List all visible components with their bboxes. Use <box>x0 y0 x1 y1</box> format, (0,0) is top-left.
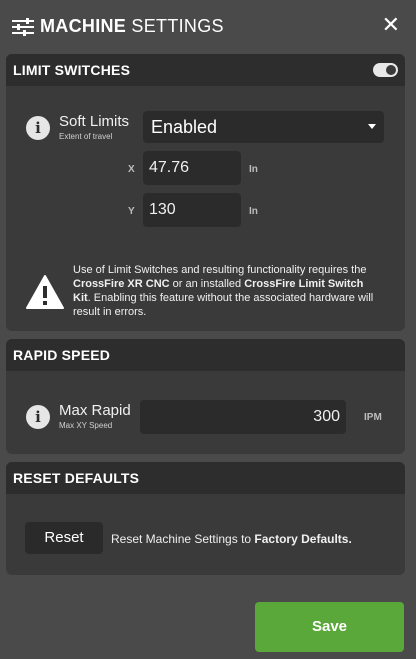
reset-defaults-header: RESET DEFAULTS <box>6 462 405 494</box>
limit-switches-card: LIMIT SWITCHES i Soft Limits Extent of t… <box>6 54 405 331</box>
max-rapid-unit: IPM <box>364 412 382 423</box>
info-icon: i <box>26 116 50 140</box>
limit-switches-toggle[interactable] <box>373 63 398 77</box>
y-unit-label: In <box>249 206 258 217</box>
soft-limits-select[interactable]: Enabled <box>143 111 384 143</box>
y-limit-input[interactable]: 130 <box>143 193 241 227</box>
limit-switches-header: LIMIT SWITCHES <box>6 54 405 86</box>
x-axis-label: X <box>128 164 135 175</box>
soft-limits-sublabel: Extent of travel <box>59 132 113 141</box>
reset-text-1: Reset Machine Settings to <box>111 532 255 546</box>
panel-header: MACHINE SETTINGS ✕ <box>0 0 416 52</box>
max-rapid-value: 300 <box>313 408 340 425</box>
title-bold: MACHINE <box>40 16 127 36</box>
reset-defaults-card: RESET DEFAULTS Reset Reset Machine Setti… <box>6 462 405 575</box>
warning-icon <box>26 275 64 309</box>
warning-bold-1: CrossFire XR CNC <box>73 278 170 290</box>
close-icon[interactable]: ✕ <box>382 14 400 36</box>
soft-limits-label: Soft Limits <box>59 113 130 130</box>
chevron-down-icon <box>368 124 376 129</box>
rapid-speed-title: RAPID SPEED <box>13 347 111 363</box>
toggle-knob <box>386 65 396 75</box>
info-icon: i <box>26 405 50 429</box>
limit-switch-warning: Use of Limit Switches and resulting func… <box>73 263 383 319</box>
reset-text-bold: Factory Defaults. <box>254 532 352 546</box>
y-limit-value: 130 <box>149 201 176 218</box>
save-button[interactable]: Save <box>255 602 404 652</box>
warning-text-2: or an installed <box>169 278 245 290</box>
max-rapid-input[interactable]: 300 <box>140 400 346 434</box>
title-rest: SETTINGS <box>131 16 224 36</box>
warning-text-3: . Enabling this feature without the asso… <box>73 292 374 318</box>
warning-text-1: Use of Limit Switches and resulting func… <box>73 264 367 276</box>
reset-defaults-title: RESET DEFAULTS <box>13 470 140 486</box>
x-unit-label: In <box>249 164 258 175</box>
x-limit-input[interactable]: 47.76 <box>143 151 241 185</box>
x-limit-value: 47.76 <box>149 159 190 176</box>
max-rapid-label: Max Rapid <box>59 402 131 419</box>
reset-button[interactable]: Reset <box>25 522 103 554</box>
reset-description: Reset Machine Settings to Factory Defaul… <box>111 532 401 546</box>
page-title: MACHINE SETTINGS <box>40 16 224 37</box>
rapid-speed-card: RAPID SPEED i Max Rapid Max XY Speed 300… <box>6 339 405 454</box>
limit-switches-title: LIMIT SWITCHES <box>13 62 131 78</box>
max-rapid-sublabel: Max XY Speed <box>59 421 113 430</box>
rapid-speed-header: RAPID SPEED <box>6 339 405 371</box>
sliders-icon <box>12 18 34 36</box>
soft-limits-value: Enabled <box>151 116 218 137</box>
y-axis-label: Y <box>128 206 135 217</box>
